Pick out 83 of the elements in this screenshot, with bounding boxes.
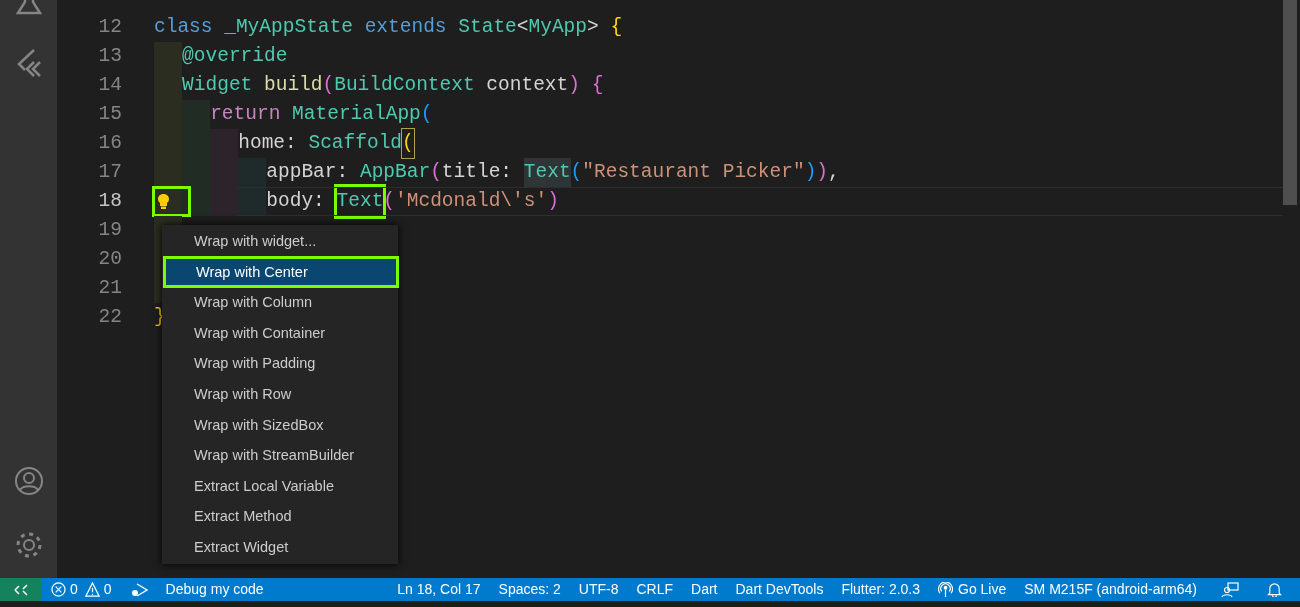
code-token: > xyxy=(587,15,600,40)
status-item[interactable]: Go Live xyxy=(938,579,1007,600)
notification-bell-icon[interactable] xyxy=(1267,582,1282,597)
code-token: ) xyxy=(568,73,581,98)
debug-label[interactable]: Debug my code xyxy=(165,579,264,600)
warning-count[interactable]: 0 xyxy=(103,579,112,600)
code-token: extends xyxy=(364,15,448,40)
code-token: , xyxy=(828,160,840,185)
status-item[interactable]: SM M215F (android-arm64) xyxy=(1024,579,1197,600)
menu-item[interactable]: Wrap with StreamBuilder xyxy=(162,440,398,471)
code-token: ) xyxy=(804,160,817,185)
line-number: 12 xyxy=(97,15,122,40)
code-token: < xyxy=(516,15,529,40)
menu-item[interactable]: Wrap with widget... xyxy=(162,226,398,257)
menu-item[interactable]: Wrap with Column xyxy=(162,287,398,318)
code-token: ( xyxy=(570,160,583,185)
code-token: home: xyxy=(238,131,298,156)
code-token: { xyxy=(591,73,604,98)
line-number: 22 xyxy=(97,305,122,330)
lightbulb-icon[interactable] xyxy=(157,194,170,210)
error-icon xyxy=(51,582,66,597)
line-number: 20 xyxy=(97,247,122,272)
code-token: ( xyxy=(420,102,433,127)
flutter-logo-icon[interactable] xyxy=(15,48,42,78)
code-token: Widget xyxy=(182,73,254,98)
code-token: return xyxy=(210,102,282,127)
remote-icon xyxy=(13,583,28,596)
status-item[interactable]: Ln 18, Col 17 xyxy=(397,579,481,600)
feedback-icon[interactable] xyxy=(1221,581,1239,598)
code-token: build xyxy=(264,73,323,98)
warning-icon xyxy=(84,582,100,597)
code-token: Scaffold xyxy=(308,131,403,156)
debug-icon[interactable] xyxy=(129,581,148,598)
code-token: ( xyxy=(402,129,414,158)
line-number: 19 xyxy=(97,218,122,243)
code-token: ) xyxy=(547,189,559,214)
code-token: context xyxy=(486,73,569,98)
code-token: ( xyxy=(322,73,335,98)
status-item[interactable]: Dart DevTools xyxy=(735,579,824,600)
menu-item[interactable]: Extract Widget xyxy=(162,531,398,563)
line-number: 21 xyxy=(97,276,122,301)
code-token: Text xyxy=(336,187,384,216)
code-token: _MyAppState xyxy=(224,15,354,40)
code-token: @override xyxy=(182,44,288,69)
menu-item[interactable]: Wrap with Container xyxy=(162,317,398,349)
menu-item[interactable]: Wrap with SizedBox xyxy=(162,409,398,441)
line-number: 18 xyxy=(97,189,122,214)
status-item[interactable]: Flutter: 2.0.3 xyxy=(841,579,920,600)
code-token: BuildContext xyxy=(334,73,476,98)
line-number: 16 xyxy=(97,131,122,156)
code-token: class xyxy=(154,15,214,40)
code-token: MyApp xyxy=(528,15,587,40)
code-token: State xyxy=(458,15,517,40)
code-token: 'Mcdonald\'s' xyxy=(395,189,548,214)
menu-item[interactable]: Wrap with Padding xyxy=(162,348,398,379)
status-item[interactable]: UTF-8 xyxy=(578,579,619,600)
code-token: title: xyxy=(441,160,514,185)
code-token: Text xyxy=(523,158,571,187)
account-icon[interactable] xyxy=(13,466,44,496)
line-number: 13 xyxy=(97,44,122,69)
line-number: 15 xyxy=(97,102,122,127)
status-item[interactable]: Dart xyxy=(691,579,718,600)
code-token: { xyxy=(610,15,623,40)
code-token: appBar: xyxy=(266,160,350,185)
status-item[interactable]: CRLF xyxy=(636,579,674,600)
menu-item[interactable]: Extract Local Variable xyxy=(162,470,398,502)
code-token: body: xyxy=(266,189,326,214)
code-token: ( xyxy=(430,160,442,185)
code-token: "Restaurant Picker" xyxy=(582,160,805,185)
menu-item[interactable]: Extract Method xyxy=(162,501,398,532)
remote-button[interactable] xyxy=(0,578,41,601)
code-token: AppBar xyxy=(359,160,431,185)
menu-item[interactable]: Wrap with Center xyxy=(164,256,398,288)
flask-icon[interactable] xyxy=(14,0,43,16)
code-token: ) xyxy=(816,160,829,185)
status-item[interactable]: Spaces: 2 xyxy=(498,579,561,600)
line-number: 14 xyxy=(97,73,122,98)
error-count[interactable]: 0 xyxy=(70,579,78,600)
line-number: 17 xyxy=(97,160,122,185)
code-token: MaterialApp xyxy=(292,102,421,127)
menu-item[interactable]: Wrap with Row xyxy=(162,378,398,410)
broadcast-icon xyxy=(938,582,953,597)
code-token: ( xyxy=(383,189,396,214)
